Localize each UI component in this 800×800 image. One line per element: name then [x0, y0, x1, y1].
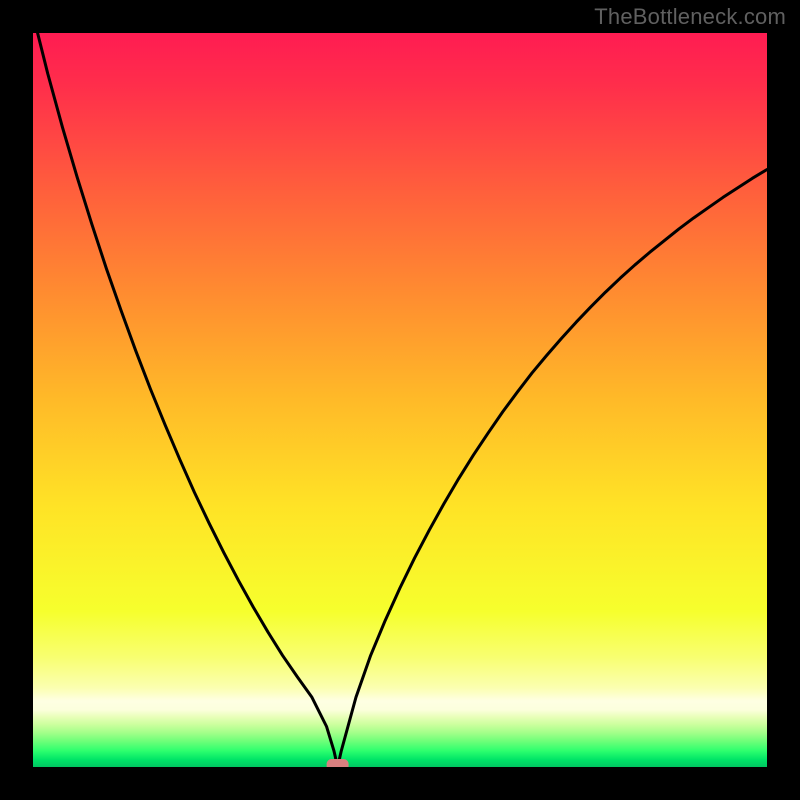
- watermark-text: TheBottleneck.com: [594, 4, 786, 30]
- chart-svg: [33, 33, 767, 767]
- outer-frame: TheBottleneck.com: [0, 0, 800, 800]
- plot-area: [33, 33, 767, 767]
- min-marker: [327, 759, 349, 767]
- gradient-background: [33, 33, 767, 767]
